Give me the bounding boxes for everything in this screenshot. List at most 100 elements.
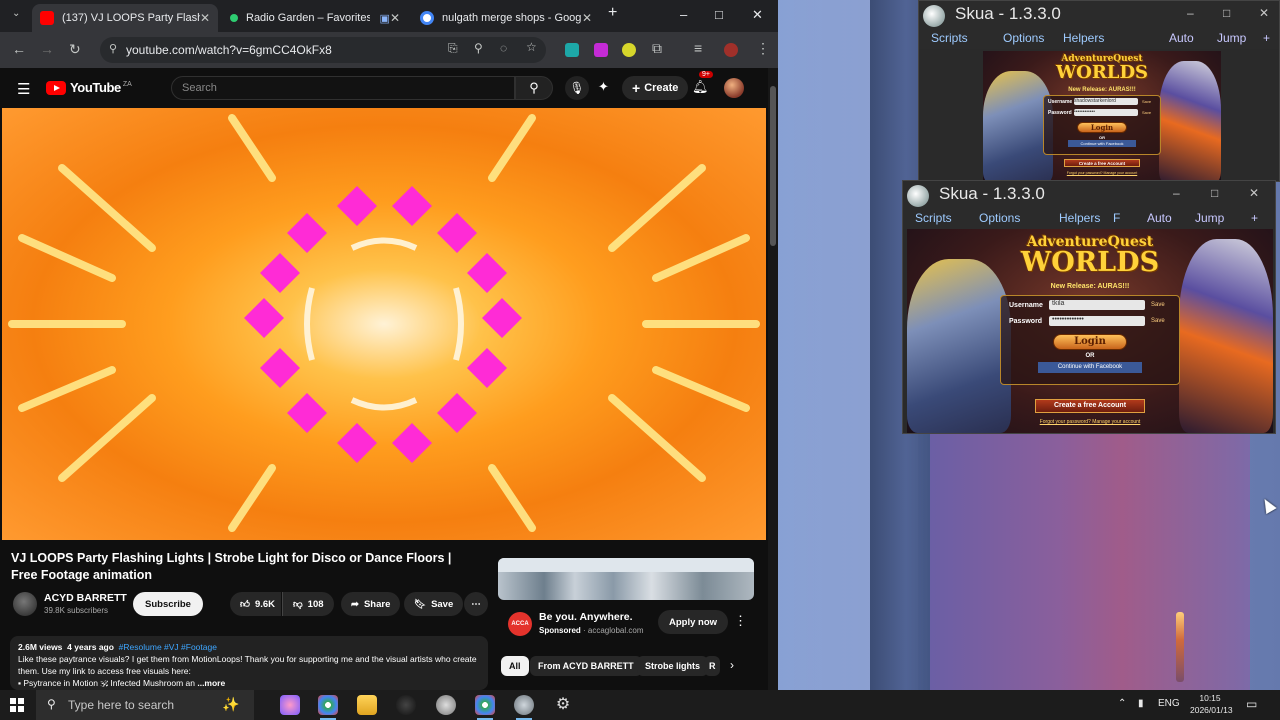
chrome-app-icon[interactable] <box>318 695 338 720</box>
extension-translate-icon[interactable] <box>565 43 579 57</box>
account-avatar[interactable] <box>724 78 744 98</box>
taskbar-search-input[interactable]: ⚲ Type here to search ✨ <box>36 690 254 720</box>
settings-gear-icon[interactable]: ⚙ <box>553 695 573 715</box>
file-explorer-icon[interactable] <box>357 695 377 715</box>
chevron-right-icon[interactable]: › <box>730 658 734 672</box>
menu-auto[interactable]: Auto <box>1169 31 1194 45</box>
install-icon[interactable]: ⎘ <box>448 41 458 56</box>
ad-banner-image[interactable] <box>498 558 754 600</box>
maximize-icon[interactable]: □ <box>1223 6 1230 20</box>
skua-app-icon[interactable] <box>514 695 534 720</box>
tab-youtube[interactable]: (137) VJ LOOPS Party Flashing L ✕ <box>32 4 218 32</box>
chrome-profile-icon[interactable] <box>475 695 495 720</box>
start-button[interactable] <box>10 698 24 712</box>
tab-radio-garden[interactable]: Radio Garden – Favorites ▣ ✕ <box>222 4 408 32</box>
system-clock[interactable]: 10:15 2026/01/13 <box>1190 692 1233 716</box>
ad-menu-icon[interactable]: ⋮ <box>734 613 747 629</box>
channel-name[interactable]: ACYD BARRETT <box>44 592 127 604</box>
minimize-icon[interactable]: – <box>1187 6 1194 20</box>
address-bar[interactable]: ⚲ youtube.com/watch?v=6gmCC4OkFx8 ⎘ ⚲ ◌ … <box>100 37 546 63</box>
apply-now-button[interactable]: Apply now <box>658 610 729 634</box>
menu-helpers[interactable]: Helpers <box>1063 31 1104 45</box>
menu-scripts[interactable]: Scripts <box>915 211 952 225</box>
channel-avatar[interactable] <box>13 592 37 616</box>
menu-scripts[interactable]: Scripts <box>931 31 968 45</box>
close-tab-icon[interactable]: ✕ <box>582 11 592 25</box>
chip-truncated[interactable]: R <box>704 656 720 676</box>
minimize-icon[interactable]: – <box>680 7 687 22</box>
profile-avatar-icon[interactable] <box>724 43 738 57</box>
share-button[interactable]: ➦ Share <box>341 592 401 616</box>
menu-plus[interactable]: + <box>1251 211 1258 225</box>
menu-options[interactable]: Options <box>1003 31 1044 45</box>
aqw-game-view[interactable]: AdventureQuest WORLDS New Release: AURAS… <box>907 229 1273 433</box>
save-username[interactable]: Save <box>1151 302 1165 308</box>
ad-title[interactable]: Be you. Anywhere. <box>539 611 633 623</box>
extension-yellow-icon[interactable] <box>622 43 636 57</box>
menu-jump[interactable]: Jump <box>1195 211 1224 225</box>
youtube-logo[interactable]: YouTube ZA <box>46 80 132 95</box>
facebook-login-button[interactable]: Continue with Facebook <box>1038 362 1142 373</box>
voice-search-button[interactable]: 🎙 <box>565 76 589 100</box>
dislike-button[interactable]: 👎︎ 108 <box>282 592 334 616</box>
password-field[interactable]: ••••••••••••• <box>1049 316 1145 326</box>
new-tab-icon[interactable]: + <box>608 4 617 22</box>
aqw-game-view[interactable]: AdventureQuest WORLDS New Release: AURAS… <box>983 51 1221 181</box>
create-button[interactable]: + Create <box>622 76 689 100</box>
subscribe-button[interactable]: Subscribe <box>133 592 203 616</box>
account-links[interactable]: Forgot your password? Manage your accoun… <box>1067 171 1137 175</box>
tray-chevron-icon[interactable]: ⌃ <box>1118 698 1126 709</box>
login-button[interactable]: Login <box>1077 122 1127 133</box>
maximize-icon[interactable]: □ <box>715 7 723 22</box>
login-button[interactable]: Login <box>1053 334 1127 350</box>
menu-f[interactable]: F <box>1113 211 1120 225</box>
hamburger-menu-icon[interactable]: ☰ <box>17 80 30 98</box>
close-icon[interactable]: ✕ <box>1259 6 1269 20</box>
copilot-app-icon[interactable] <box>280 695 300 715</box>
search-button[interactable]: ⚲ <box>515 76 553 100</box>
menu-auto[interactable]: Auto <box>1147 211 1172 225</box>
show-more-link[interactable]: ...more <box>197 678 225 688</box>
app-dark-icon[interactable] <box>396 695 416 715</box>
bell-icon[interactable]: 🔔︎ <box>692 79 709 95</box>
back-icon[interactable]: ← <box>12 41 26 57</box>
menu-options[interactable]: Options <box>979 211 1020 225</box>
menu-plus[interactable]: + <box>1263 31 1270 45</box>
minimize-icon[interactable]: – <box>1173 186 1180 200</box>
create-account-button[interactable]: Create a free Account <box>1035 399 1145 413</box>
bookmark-star-icon[interactable]: ☆ <box>526 40 537 54</box>
chip-all[interactable]: All <box>501 656 529 676</box>
close-icon[interactable]: ✕ <box>1249 186 1259 200</box>
extensions-puzzle-icon[interactable]: ⧉ <box>652 40 662 57</box>
password-field[interactable]: •••••••••••• <box>1074 109 1138 116</box>
close-tab-icon[interactable]: ✕ <box>390 11 400 25</box>
extension-purple-icon[interactable] <box>594 43 608 57</box>
scrollbar-thumb[interactable] <box>770 86 776 246</box>
gem-icon[interactable]: ✦ <box>598 79 609 95</box>
account-links[interactable]: Forgot your password? Manage your accoun… <box>1040 419 1141 425</box>
more-actions-button[interactable]: ⋯ <box>464 592 488 616</box>
page-scrollbar[interactable] <box>768 68 778 690</box>
notification-center-icon[interactable]: ▭ <box>1246 697 1257 711</box>
close-tab-icon[interactable]: ✕ <box>200 11 210 25</box>
chip-strobe-lights[interactable]: Strobe lights <box>637 656 709 676</box>
maximize-icon[interactable]: □ <box>1211 186 1218 200</box>
skua-titlebar[interactable]: Skua - 1.3.3.0 – □ ✕ <box>919 1 1279 31</box>
close-window-icon[interactable]: ✕ <box>752 7 763 23</box>
save-button[interactable]: 🔖︎ Save <box>404 592 464 616</box>
save-password[interactable]: Save <box>1151 318 1165 324</box>
skua-titlebar[interactable]: Skua - 1.3.3.0 – □ ✕ <box>903 181 1275 211</box>
create-account-button[interactable]: Create a free Account <box>1064 159 1140 167</box>
media-controls-icon[interactable]: ≡ <box>694 40 702 56</box>
facebook-login-button[interactable]: Continue with Facebook <box>1068 140 1136 147</box>
chip-from-channel[interactable]: From ACYD BARRETT <box>530 656 642 676</box>
hashtags[interactable]: #Resolume #VJ #Footage <box>119 642 217 652</box>
search-input[interactable]: Search <box>171 76 515 100</box>
tab-google[interactable]: nulgath merge shops - Google ✕ <box>412 4 600 32</box>
save-password[interactable]: Save <box>1142 110 1151 115</box>
save-username[interactable]: Save <box>1142 99 1151 104</box>
tab-search-icon[interactable]: ⌄ <box>12 8 20 19</box>
menu-dots-icon[interactable]: ⋮ <box>756 40 770 57</box>
language-indicator[interactable]: ENG <box>1158 698 1180 709</box>
username-field[interactable]: tkila <box>1049 300 1145 310</box>
